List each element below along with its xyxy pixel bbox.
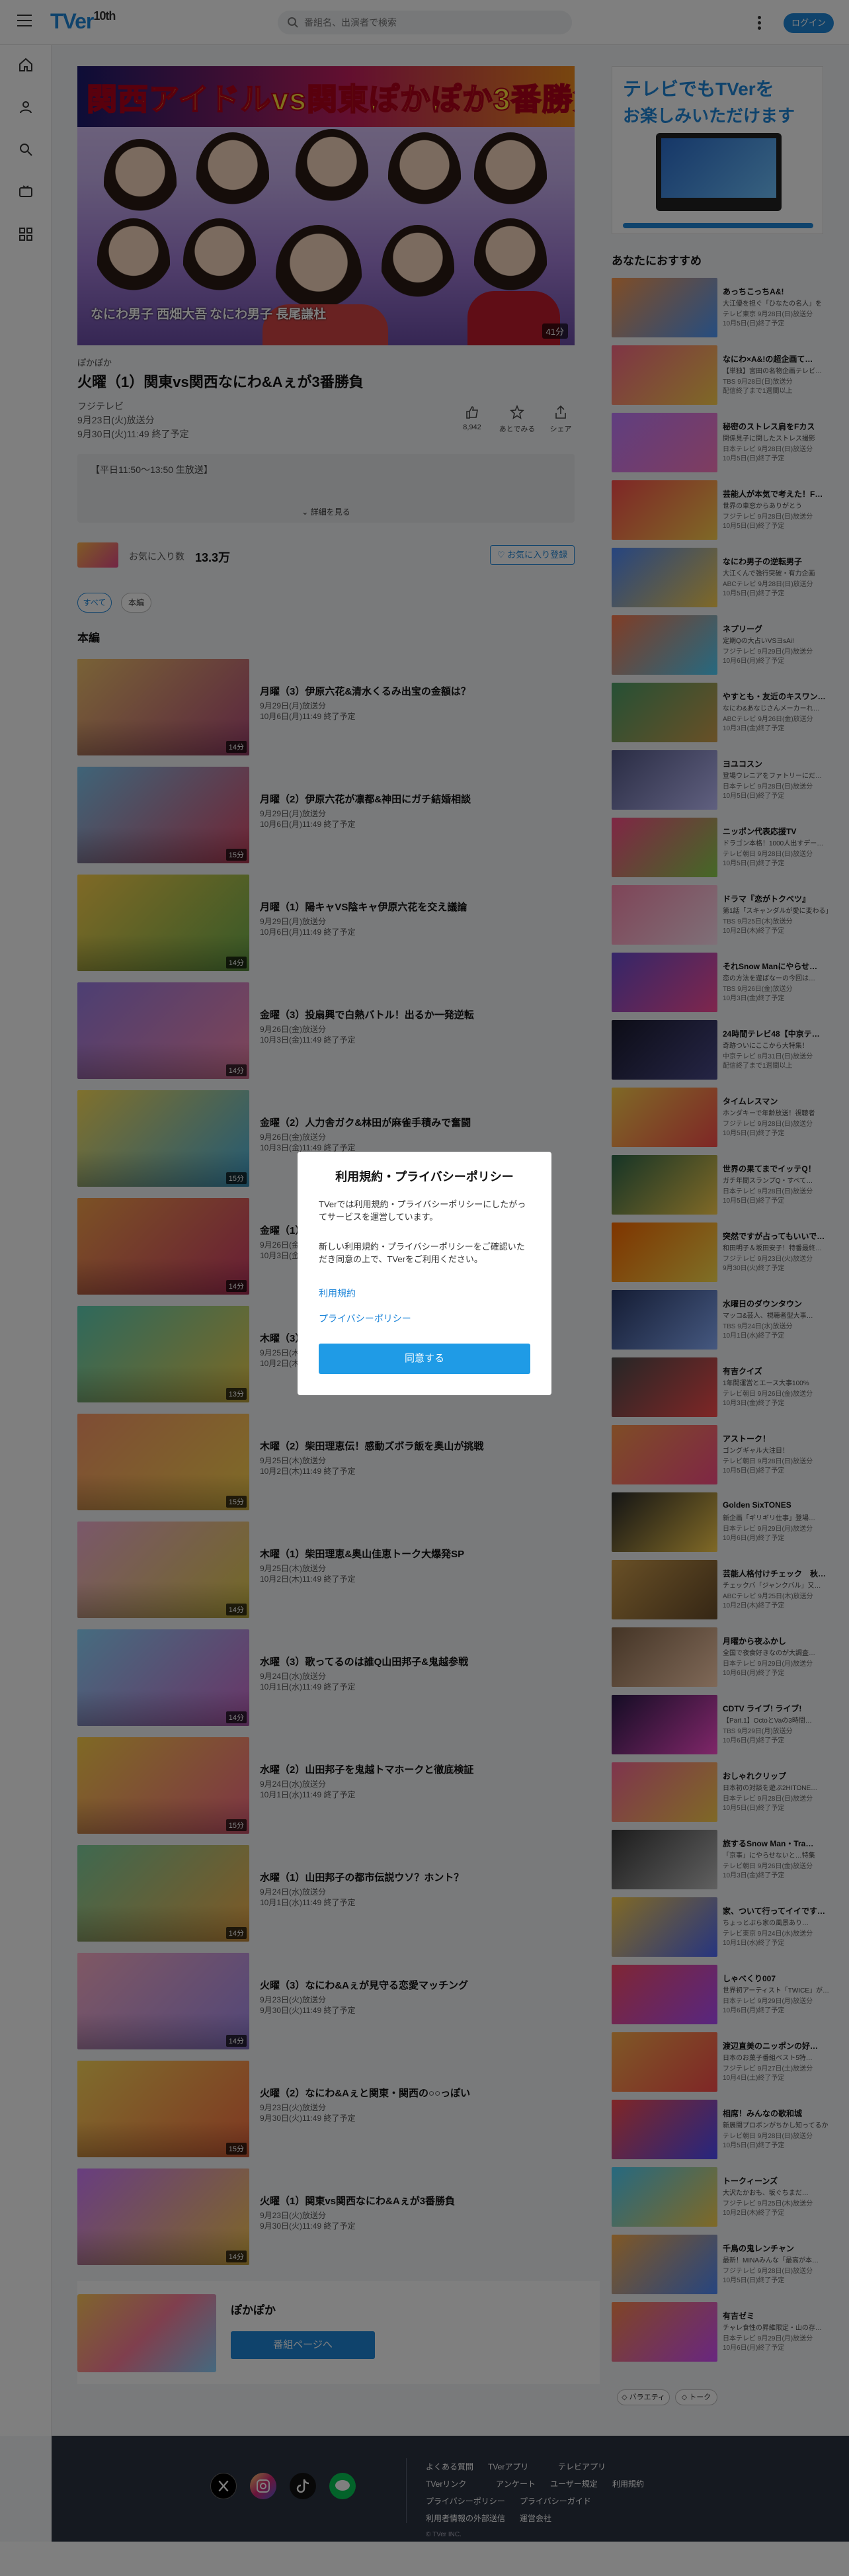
privacy-link[interactable]: プライバシーポリシー bbox=[319, 1312, 411, 1325]
dialog-text-2: 新しい利用規約・プライバシーポリシーをご確認いただき同意の上で、TVerをご利用… bbox=[319, 1242, 525, 1264]
terms-link[interactable]: 利用規約 bbox=[319, 1287, 356, 1300]
agree-button[interactable]: 同意する bbox=[319, 1344, 530, 1374]
dialog-title: 利用規約・プライバシーポリシー bbox=[335, 1170, 514, 1183]
terms-dialog: 利用規約・プライバシーポリシー TVerでは利用規約・プライバシーポリシーにした… bbox=[298, 1152, 551, 1395]
dialog-text-1: TVerでは利用規約・プライバシーポリシーにしたがってサービスを運営しています。 bbox=[319, 1199, 526, 1222]
